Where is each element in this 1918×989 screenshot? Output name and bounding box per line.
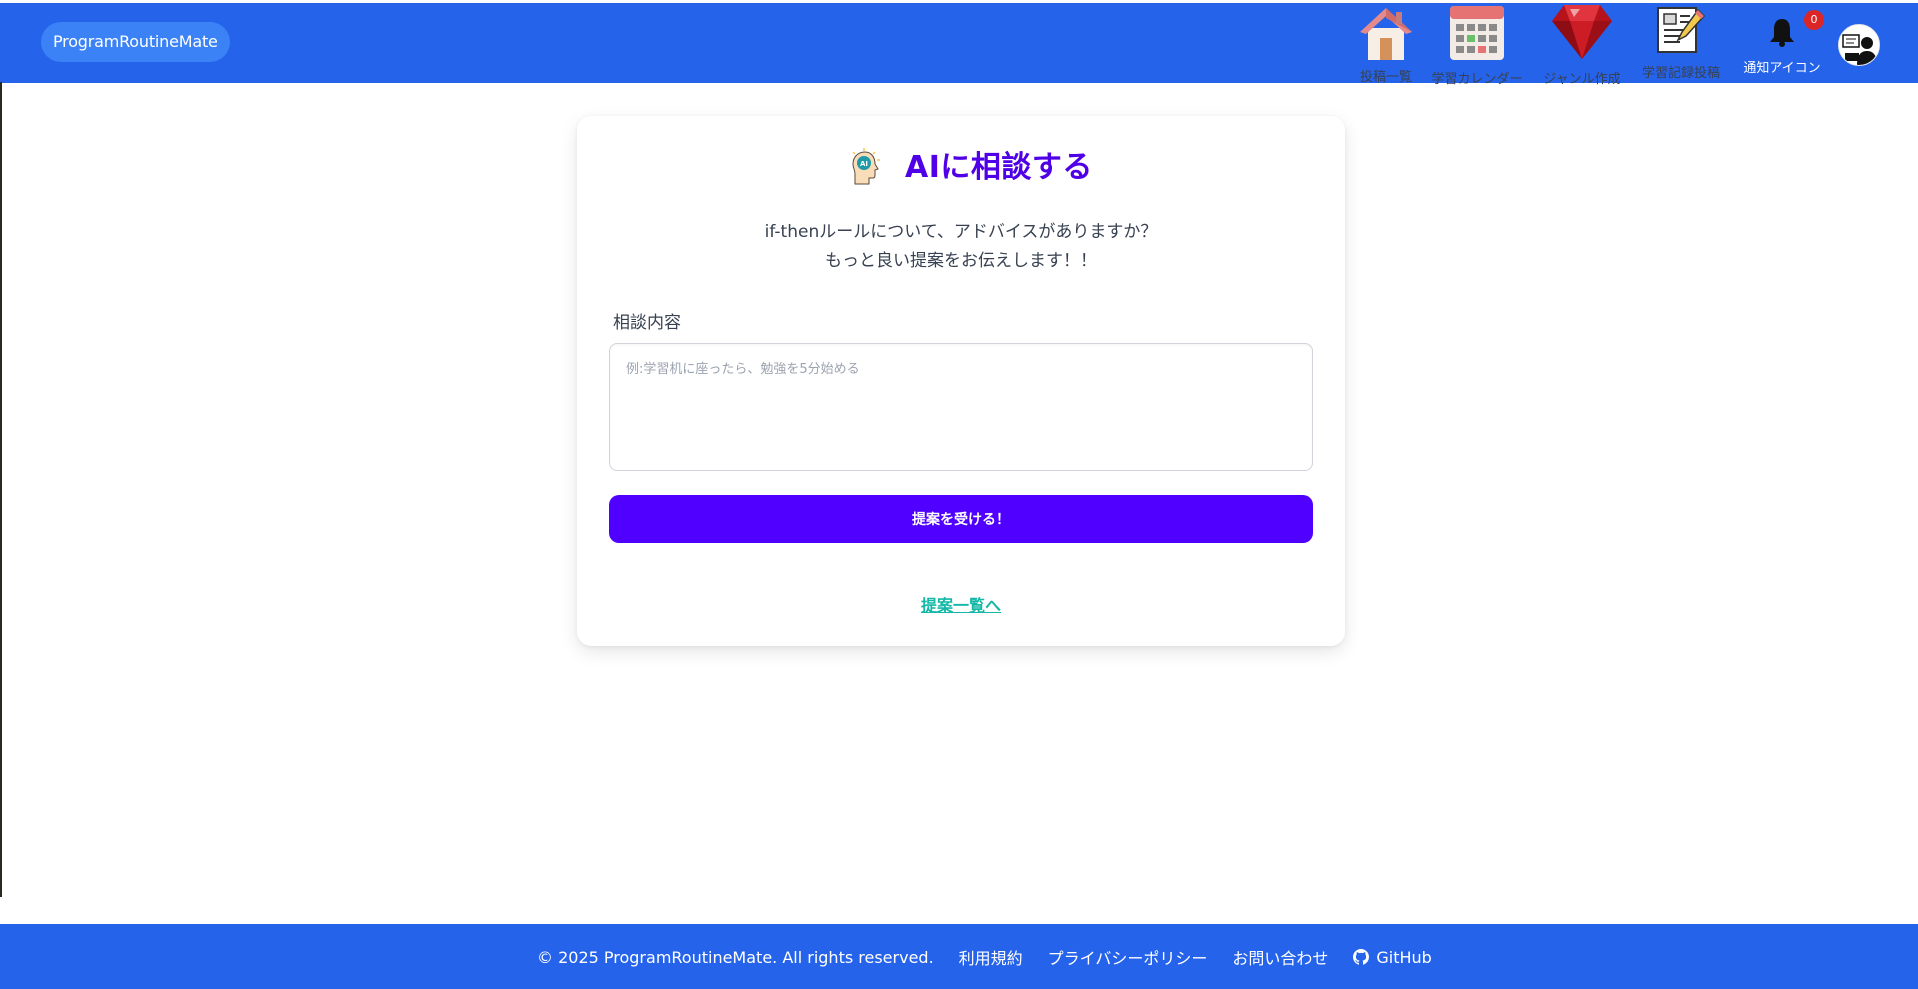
footer-content: © 2025 ProgramRoutineMate. All rights re… [537,945,1432,969]
page-description: if-thenルールについて、アドバイスがありますか？ もっと良い提案をお伝えし… [577,218,1345,276]
page-title: AIに相談する [905,150,1093,185]
calendar-icon [1429,3,1525,62]
svg-text:AI: AI [860,160,868,168]
ai-head-icon: AI [845,148,885,188]
ruby-gem-icon [1540,3,1624,61]
nav-genre[interactable]: ジャンル作成 [1540,3,1624,87]
nav-record[interactable]: 学習記録投稿 [1638,3,1724,81]
footer-github-link[interactable]: GitHub [1353,947,1432,967]
consult-ai-card: AI AIに相談する if-thenルールについて、アドバイスがありますか？ も… [577,116,1345,646]
user-avatar-icon[interactable] [1838,24,1880,66]
nav-calendar-label: 学習カレンダー [1431,72,1523,87]
github-icon [1353,949,1370,965]
footer-github-label: GitHub [1376,947,1432,967]
description-line-1: if-thenルールについて、アドバイスがありますか？ [764,222,1158,242]
nav-calendar[interactable]: 学習カレンダー [1429,3,1525,87]
footer-privacy-link[interactable]: プライバシーポリシー [1048,945,1208,969]
get-suggestion-button[interactable]: 提案を受ける！ [609,495,1313,543]
nav-posts[interactable]: 投稿一覧 [1352,3,1420,85]
page-left-edge [0,82,2,897]
document-pencil-icon [1638,3,1724,56]
consult-content-label: 相談内容 [613,313,681,333]
footer-copyright: © 2025 ProgramRoutineMate. All rights re… [537,947,934,967]
nav-posts-label: 投稿一覧 [1359,70,1412,85]
consult-content-textarea[interactable] [609,343,1313,471]
notification-count-badge: 0 [1804,10,1824,30]
nav-notifications[interactable]: 0 通知アイコン [1738,3,1826,76]
nav-record-label: 学習記録投稿 [1641,66,1720,81]
title-row: AI AIに相談する [577,144,1345,192]
nav-notifications-label: 通知アイコン [1743,61,1821,76]
brand-logo-link[interactable]: ProgramRoutineMate [41,22,230,62]
footer-terms-link[interactable]: 利用規約 [959,945,1023,969]
top-navbar: ProgramRoutineMate 投稿一覧 学習カレンダー ジャンル作成 学… [0,3,1918,87]
nav-genre-label: ジャンル作成 [1543,72,1621,87]
site-footer: © 2025 ProgramRoutineMate. All rights re… [0,924,1918,989]
footer-contact-link[interactable]: お問い合わせ [1232,945,1328,969]
suggestion-list-link[interactable]: 提案一覧へ [577,592,1345,616]
description-line-2: もっと良い提案をお伝えします！！ [825,251,1097,271]
house-icon [1352,3,1420,60]
